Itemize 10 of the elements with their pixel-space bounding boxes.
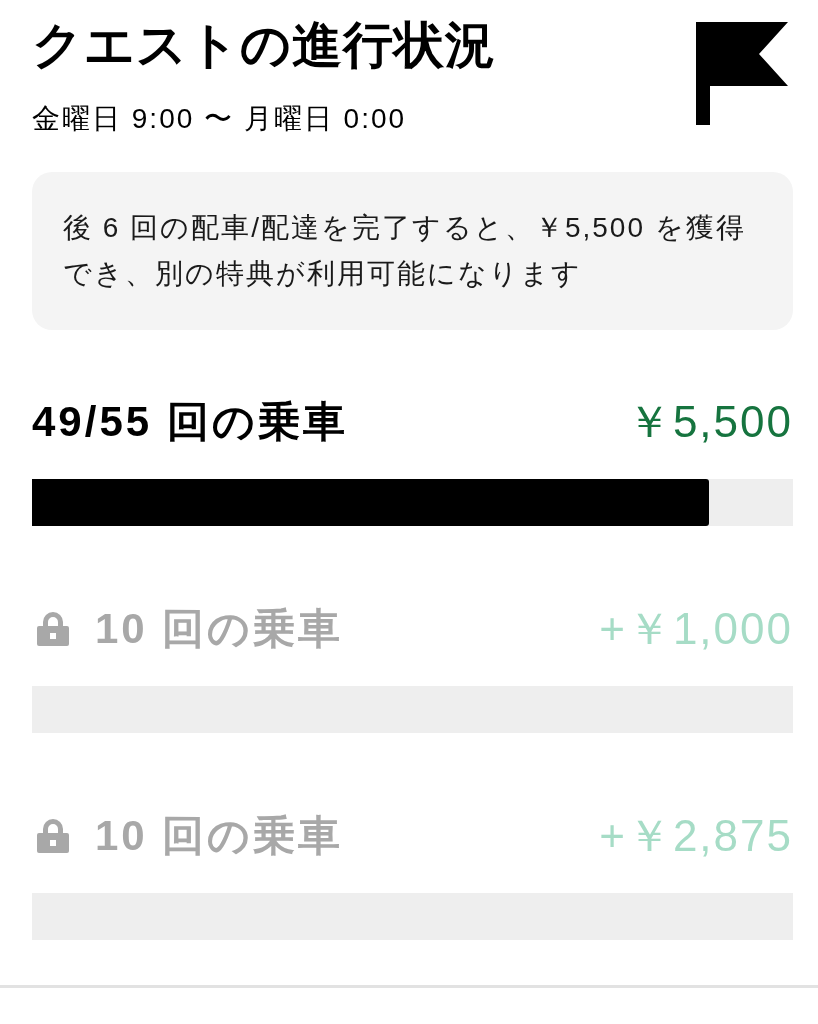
- flag-icon: [696, 22, 788, 125]
- reward-amount: ￥5,500: [626, 397, 793, 447]
- reward-amount: +￥1,000: [599, 604, 793, 654]
- info-message: 後 6 回の配車/配達を完了すると、￥5,500 を獲得でき、別の特典が利用可能になります: [63, 211, 747, 291]
- ride-count-label: 49/55 回の乗車: [32, 397, 348, 447]
- ride-count-label: 10 回の乗車: [95, 811, 344, 861]
- reward-amount: +￥2,875: [599, 811, 793, 861]
- ride-count-label: 10 回の乗車: [95, 604, 344, 654]
- page-title: クエストの進行状況: [32, 16, 496, 75]
- quest-period: 金曜日 9:00 〜 月曜日 0:00: [32, 102, 408, 136]
